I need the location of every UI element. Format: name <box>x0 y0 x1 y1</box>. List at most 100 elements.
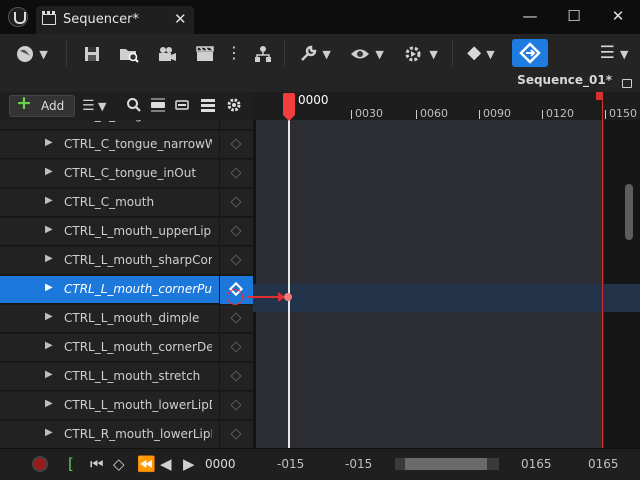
playhead-line[interactable] <box>288 120 290 448</box>
playback-options-button[interactable]: ▼ <box>400 40 442 66</box>
hamburger-menu-button[interactable]: ☰ ▼ <box>594 40 634 66</box>
layers-icon <box>201 99 215 112</box>
world-settings-button[interactable]: ▼ <box>10 40 54 66</box>
record-button[interactable] <box>32 456 48 472</box>
track-list: ▶CTRL_C_tongue▶CTRL_C_tongue_narrowWide▶… <box>0 120 253 448</box>
set-start-bracket-icon[interactable]: [ <box>68 454 74 474</box>
expand-arrow-icon[interactable]: ▶ <box>45 137 53 148</box>
add-key-cell <box>219 334 253 362</box>
track-row[interactable]: ▶ CTRL_R_mouth_lowerLipDepress <box>0 421 253 448</box>
expand-arrow-icon[interactable]: ▶ <box>45 224 53 235</box>
track-row[interactable]: ▶ CTRL_L_mouth_stretch <box>0 363 253 391</box>
track-row[interactable]: ▶ CTRL_L_mouth_dimple <box>0 305 253 333</box>
sequence-name[interactable]: Sequence_01* <box>517 73 612 87</box>
add-key-diamond-icon[interactable] <box>230 138 242 150</box>
track-row[interactable]: ▶ CTRL_L_mouth_upperLipRaise <box>0 218 253 246</box>
tab-close-icon[interactable]: ✕ <box>174 10 187 28</box>
track-label: CTRL_C_tongue_narrowWide <box>64 137 212 151</box>
maximize-button[interactable]: ☐ <box>552 4 596 28</box>
expand-arrow-icon[interactable]: ▶ <box>45 427 53 438</box>
unreal-logo-icon[interactable] <box>8 7 28 27</box>
expand-arrow-icon[interactable]: ▶ <box>45 282 53 293</box>
auto-key-button[interactable] <box>512 39 548 67</box>
browse-button[interactable] <box>116 40 142 66</box>
key-options-button[interactable]: ◆ ▼ <box>460 40 502 66</box>
expand-tracks-button[interactable] <box>174 97 192 115</box>
view-start-field[interactable]: -015 <box>277 457 304 471</box>
chevron-down-icon: ▼ <box>619 48 629 61</box>
current-time-field[interactable]: 0000 <box>205 457 236 471</box>
camera-button[interactable] <box>154 40 180 66</box>
expand-arrow-icon[interactable]: ▶ <box>45 398 53 409</box>
play-reverse-icon[interactable]: ◀ <box>160 454 172 474</box>
track-row[interactable]: ▶ CTRL_C_tongue_inOut <box>0 160 253 188</box>
working-start-field[interactable]: -015 <box>345 457 372 471</box>
lock-icon[interactable] <box>622 79 632 88</box>
expand-arrow-icon[interactable]: ▶ <box>45 166 53 177</box>
track-label: CTRL_L_mouth_cornerPull <box>64 282 212 296</box>
track-row[interactable]: ▶CTRL_C_tongue <box>0 120 253 130</box>
tools-button[interactable]: ▼ <box>294 40 336 66</box>
layer-bars-button[interactable] <box>200 97 218 115</box>
track-label: CTRL_C_tongue <box>64 120 212 122</box>
expand-arrow-icon[interactable]: ▶ <box>45 195 53 206</box>
track-row[interactable]: ▶ CTRL_C_tongue_narrowWide <box>0 131 253 159</box>
add-key-diamond-icon[interactable] <box>230 254 242 266</box>
add-key-diamond-icon[interactable] <box>230 428 242 440</box>
add-key-diamond-icon[interactable] <box>230 196 242 208</box>
playback-end-marker[interactable] <box>596 92 602 100</box>
collapse-icon <box>151 98 165 112</box>
track-row[interactable]: ▶ CTRL_L_mouth_sharpCornerPull <box>0 247 253 275</box>
add-key-cell <box>219 120 253 130</box>
ruler-tick-label: 0090 <box>483 107 511 120</box>
minimize-button[interactable]: — <box>508 4 552 28</box>
track-row[interactable]: ▶ CTRL_L_mouth_cornerDepress <box>0 334 253 362</box>
filter-button[interactable]: ☰ ▼ <box>82 97 116 115</box>
play-forward-icon[interactable]: ▶ <box>183 454 195 474</box>
settings-button[interactable] <box>226 97 244 115</box>
diamond-key-icon: ◆ <box>467 42 482 63</box>
vertical-scrollbar[interactable] <box>625 184 633 240</box>
save-button[interactable] <box>80 40 104 66</box>
playback-end-line[interactable] <box>602 92 603 448</box>
main-toolbar: ▼ ⋮ ▼ ▼ ▼ ◆ ▼ ☰ ▼ <box>0 34 640 72</box>
view-range-thumb[interactable] <box>405 458 487 470</box>
track-row[interactable]: ▶ CTRL_C_mouth <box>0 189 253 217</box>
expand-arrow-icon[interactable]: ▶ <box>45 340 53 351</box>
expand-arrow-icon[interactable]: ▶ <box>45 311 53 322</box>
add-key-diamond-icon[interactable] <box>230 120 242 121</box>
expand-arrow-icon[interactable]: ▶ <box>45 369 53 380</box>
add-key-diamond-icon[interactable] <box>230 341 242 353</box>
add-key-diamond-icon[interactable] <box>230 312 242 324</box>
add-key-diamond-icon[interactable] <box>230 225 242 237</box>
track-label: CTRL_L_mouth_cornerDepress <box>64 340 212 354</box>
add-key-diamond-icon[interactable] <box>230 399 242 411</box>
track-row[interactable]: ▶ CTRL_L_mouth_cornerPull <box>0 276 253 304</box>
jump-to-start-icon[interactable]: ⏮ <box>90 454 104 474</box>
add-key-diamond-icon[interactable] <box>230 370 242 382</box>
working-end-field[interactable]: 0165 <box>521 457 552 471</box>
step-back-icon[interactable]: ⏪ <box>137 454 156 474</box>
track-row[interactable]: ▶ CTRL_L_mouth_lowerLipDepress <box>0 392 253 420</box>
eye-icon <box>351 49 370 58</box>
chevron-down-icon: ▼ <box>322 48 331 61</box>
render-movie-button[interactable] <box>192 40 218 66</box>
playhead-handle[interactable] <box>283 93 295 115</box>
hierarchy-button[interactable] <box>250 40 276 66</box>
collapse-tracks-button[interactable] <box>150 97 168 115</box>
sequence-breadcrumb: Sequence_01* <box>0 72 640 92</box>
view-end-field[interactable]: 0165 <box>588 457 619 471</box>
previous-key-icon[interactable]: ◇ <box>113 454 125 474</box>
more-vertical-icon: ⋮ <box>226 43 242 62</box>
tab-sequencer[interactable]: Sequencer* ✕ <box>36 6 194 34</box>
add-key-diamond-icon[interactable] <box>230 167 242 179</box>
search-button[interactable] <box>126 97 144 115</box>
keyframe-marker[interactable] <box>284 293 292 301</box>
add-track-button[interactable]: + Add <box>9 92 75 117</box>
view-options-button[interactable]: ▼ <box>344 40 390 66</box>
expand-arrow-icon[interactable]: ▶ <box>45 253 53 264</box>
close-button[interactable]: ✕ <box>596 4 640 28</box>
wrench-icon <box>301 45 317 61</box>
plus-icon: + <box>16 92 32 114</box>
more-options-button[interactable]: ⋮ <box>226 40 242 66</box>
